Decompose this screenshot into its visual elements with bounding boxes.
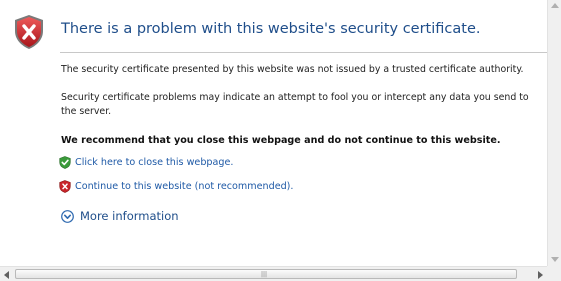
green-shield-check-icon <box>59 156 71 169</box>
scroll-down-arrow-icon[interactable] <box>551 257 559 262</box>
scroll-up-arrow-icon[interactable] <box>551 3 559 8</box>
scroll-right-arrow-icon[interactable] <box>538 271 543 279</box>
scroll-grip-icon: ||| <box>261 271 268 278</box>
more-information-toggle[interactable]: More information <box>61 209 179 223</box>
page-viewport: There is a problem with this website's s… <box>0 0 547 266</box>
page-title: There is a problem with this website's s… <box>61 21 481 37</box>
vertical-scrollbar[interactable] <box>547 0 561 266</box>
scrollbar-corner <box>547 266 561 281</box>
close-webpage-label[interactable]: Click here to close this webpage. <box>75 157 233 168</box>
recommendation-text: We recommend that you close this webpage… <box>61 135 501 146</box>
title-divider <box>60 52 547 53</box>
red-shield-x-icon <box>59 180 71 193</box>
untrusted-authority-text: The security certificate presented by th… <box>61 64 524 75</box>
more-information-label[interactable]: More information <box>80 209 179 223</box>
red-shield-x-icon <box>15 15 43 49</box>
continue-website-link[interactable]: Continue to this website (not recommende… <box>59 180 293 193</box>
horizontal-scroll-thumb[interactable]: ||| <box>15 269 517 279</box>
continue-website-label[interactable]: Continue to this website (not recommende… <box>75 181 293 192</box>
security-warning-text: Security certificate problems may indica… <box>61 92 529 117</box>
close-webpage-link[interactable]: Click here to close this webpage. <box>59 156 233 169</box>
scroll-left-arrow-icon[interactable] <box>4 271 9 279</box>
horizontal-scrollbar[interactable]: ||| <box>0 266 547 281</box>
expand-chevron-icon <box>61 209 74 223</box>
